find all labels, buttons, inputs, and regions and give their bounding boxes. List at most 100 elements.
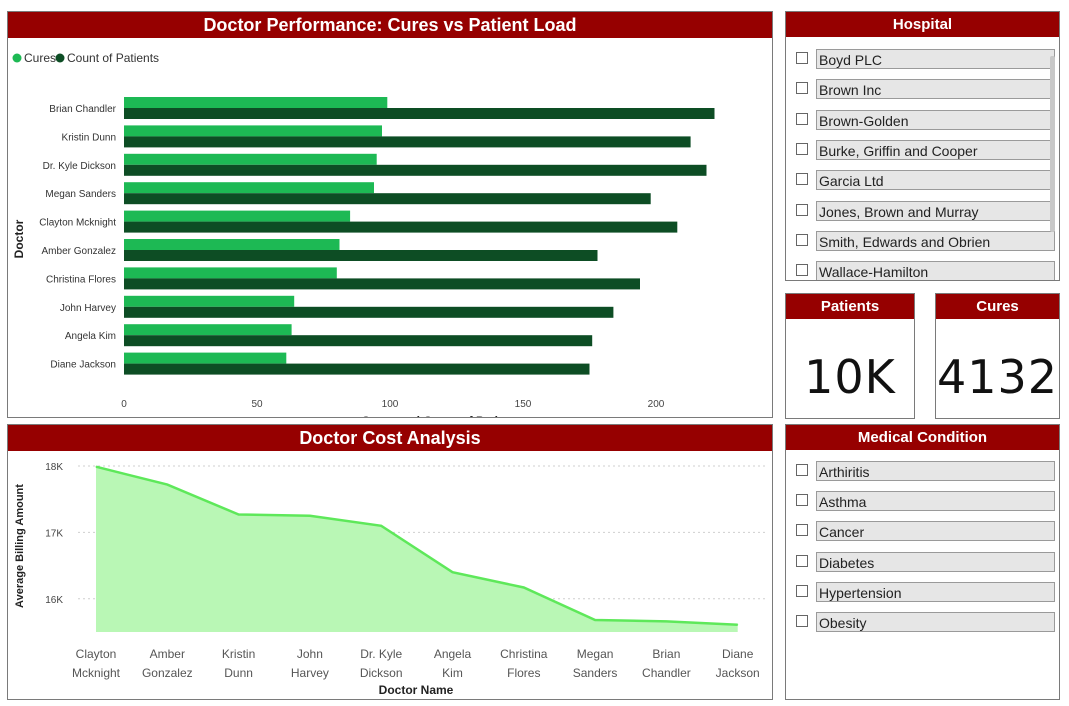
patients-bar: [124, 221, 678, 233]
patients-bar: [124, 136, 691, 148]
cures-bar: [124, 97, 388, 108]
patients-bar: [124, 363, 590, 375]
legend-patients-marker: [55, 53, 65, 63]
patients-bar: [124, 335, 593, 347]
medical-condition-slicer-checkbox[interactable]: [796, 615, 808, 627]
billing-point: [309, 515, 311, 517]
cures-bar: [124, 153, 377, 165]
billing-point: [452, 571, 453, 573]
medical-condition-slicer-checkbox[interactable]: [796, 554, 808, 567]
doctor-name-label-line2: Dunn: [224, 666, 253, 680]
doctor-name-label-line1: Kristin: [222, 647, 255, 661]
medical-condition-slicer-item-label: Arthiritis: [816, 461, 1055, 481]
hospital-slicer-item-label: Wallace-Hamilton: [816, 261, 1055, 280]
hospital-slicer-checkbox[interactable]: [796, 112, 808, 125]
doctor-name-label-line2: Harvey: [291, 666, 329, 680]
patients-kpi-card: Patients 10K: [785, 293, 915, 419]
doctor-name-label-line2: Dickson: [360, 666, 403, 680]
x-tick-label: 200: [648, 399, 665, 410]
doctor-name-label-line2: Kim: [442, 666, 463, 680]
doctor-axis-label: Diane Jackson: [50, 360, 116, 371]
cures-kpi-title: Cures: [936, 294, 1059, 319]
legend-cures-label: Cures: [24, 51, 56, 65]
hospital-slicer-checkbox[interactable]: [796, 173, 808, 186]
cures-bar: [124, 324, 292, 336]
billing-point: [380, 525, 382, 527]
hospital-slicer-item-label: Jones, Brown and Murray: [816, 200, 1055, 221]
doctor-name-label-line2: Chandler: [642, 666, 691, 680]
hospital-slicer-checkbox[interactable]: [796, 264, 808, 277]
medical-condition-slicer-checkbox[interactable]: [796, 524, 808, 537]
doctor-name-label-line2: Gonzalez: [142, 666, 193, 680]
billing-point: [737, 624, 739, 626]
doctor-name-label-line2: Flores: [507, 666, 540, 680]
doctor-name-label-line1: Clayton: [76, 647, 117, 661]
hospital-slicer-checkbox[interactable]: [796, 233, 808, 246]
doctor-axis-label: Megan Sanders: [45, 189, 116, 200]
billing-point: [523, 587, 525, 588]
doctor-name-label-line1: Megan: [577, 647, 614, 661]
doctor-name-label-line1: Brian: [652, 647, 680, 661]
hospital-slicer-item-label: Brown-Golden: [816, 109, 1055, 130]
hospital-slicer-item-label: Burke, Griffin and Cooper: [816, 139, 1055, 160]
patients-bar: [124, 306, 614, 318]
hospital-slicer-item-label: Smith, Edwards and Obrien: [816, 230, 1055, 251]
patients-bar: [124, 278, 640, 290]
medical-condition-slicer: Medical Condition Arthiritis Asthma Cancer…: [785, 424, 1060, 700]
patients-kpi-value: 10K: [804, 350, 896, 404]
doctor-name-label-line1: John: [297, 647, 323, 661]
doctor-name-label-line1: Dr. Kyle: [360, 647, 402, 661]
doctor-name-label-line1: Amber: [150, 647, 185, 661]
doctor-name-label-line1: Diane: [722, 647, 754, 661]
hospital-slicer-item-label: Brown Inc: [816, 79, 1055, 100]
cost-chart-title: Doctor Cost Analysis: [8, 425, 772, 451]
doctor-axis-label: John Harvey: [60, 303, 116, 314]
y-tick-label: 17K: [45, 528, 63, 539]
doctor-name-label-line1: Angela: [434, 647, 472, 661]
x-tick-label: 150: [515, 399, 532, 410]
doctor-axis-label: Clayton Mcknight: [39, 218, 116, 229]
cures-kpi-value: 4132: [936, 350, 1059, 404]
doctor-axis-label: Kristin Dunn: [62, 132, 116, 143]
medical-condition-slicer-title: Medical Condition: [786, 425, 1059, 450]
medical-condition-slicer-checkbox[interactable]: [796, 464, 808, 476]
cures-bar: [124, 125, 382, 137]
hospital-slicer: Hospital Boyd PLC Brown Inc Brown-Golden Bu…: [785, 11, 1060, 281]
patients-bar: [124, 164, 707, 176]
hospital-slicer-checkbox[interactable]: [796, 52, 808, 64]
legend-cures-marker: [12, 53, 22, 63]
y-axis-title: Doctor: [12, 219, 26, 258]
y-tick-label: 18K: [45, 462, 63, 473]
doctor-name-label-line1: Christina: [500, 647, 548, 661]
doctor-axis-label: Amber Gonzalez: [42, 246, 116, 257]
doctor-axis-label: Dr. Kyle Dickson: [43, 161, 116, 172]
cost-area-chart: 18K 17K 16K Clayton Mcknight Amber Gonzalez Kri…: [14, 462, 766, 697]
doctor-axis-label: Angela Kim: [65, 331, 116, 342]
x-tick-label: 50: [251, 399, 263, 410]
medical-condition-slicer-checkbox[interactable]: [796, 494, 808, 507]
patients-bar: [124, 250, 598, 261]
billing-point: [594, 619, 596, 621]
doctor-axis-label: Christina Flores: [46, 274, 116, 285]
x-axis-title: Cures and Count of Patients: [361, 414, 523, 418]
hospital-slicer-checkbox[interactable]: [796, 82, 808, 95]
patients-bar: [124, 193, 651, 205]
medical-condition-slicer-item-label: Cancer: [816, 521, 1055, 542]
hospital-slicer-scrollbar[interactable]: [1050, 56, 1055, 232]
performance-bar-chart: Cures Count of Patients Brian Chandler Kris…: [12, 51, 715, 418]
doctor-name-label-line2: Jackson: [716, 666, 760, 680]
hospital-slicer-checkbox[interactable]: [796, 203, 808, 216]
performance-chart-title: Doctor Performance: Cures vs Patient Loa…: [8, 12, 772, 38]
patients-bar: [124, 108, 715, 119]
billing-point: [665, 620, 667, 622]
patients-kpi-title: Patients: [786, 294, 914, 319]
medical-condition-slicer-item-label: Hypertension: [816, 581, 1055, 602]
hospital-slicer-checkbox[interactable]: [796, 142, 808, 155]
cures-bar: [124, 182, 374, 194]
x-tick-label: 0: [121, 399, 127, 410]
hospital-slicer-item-label: Boyd PLC: [816, 49, 1055, 69]
cures-bar: [124, 210, 351, 222]
medical-condition-slicer-checkbox[interactable]: [796, 584, 808, 597]
medical-condition-slicer-item-label: Asthma: [816, 491, 1055, 512]
medical-condition-slicer-item-label: Diabetes: [816, 551, 1055, 572]
